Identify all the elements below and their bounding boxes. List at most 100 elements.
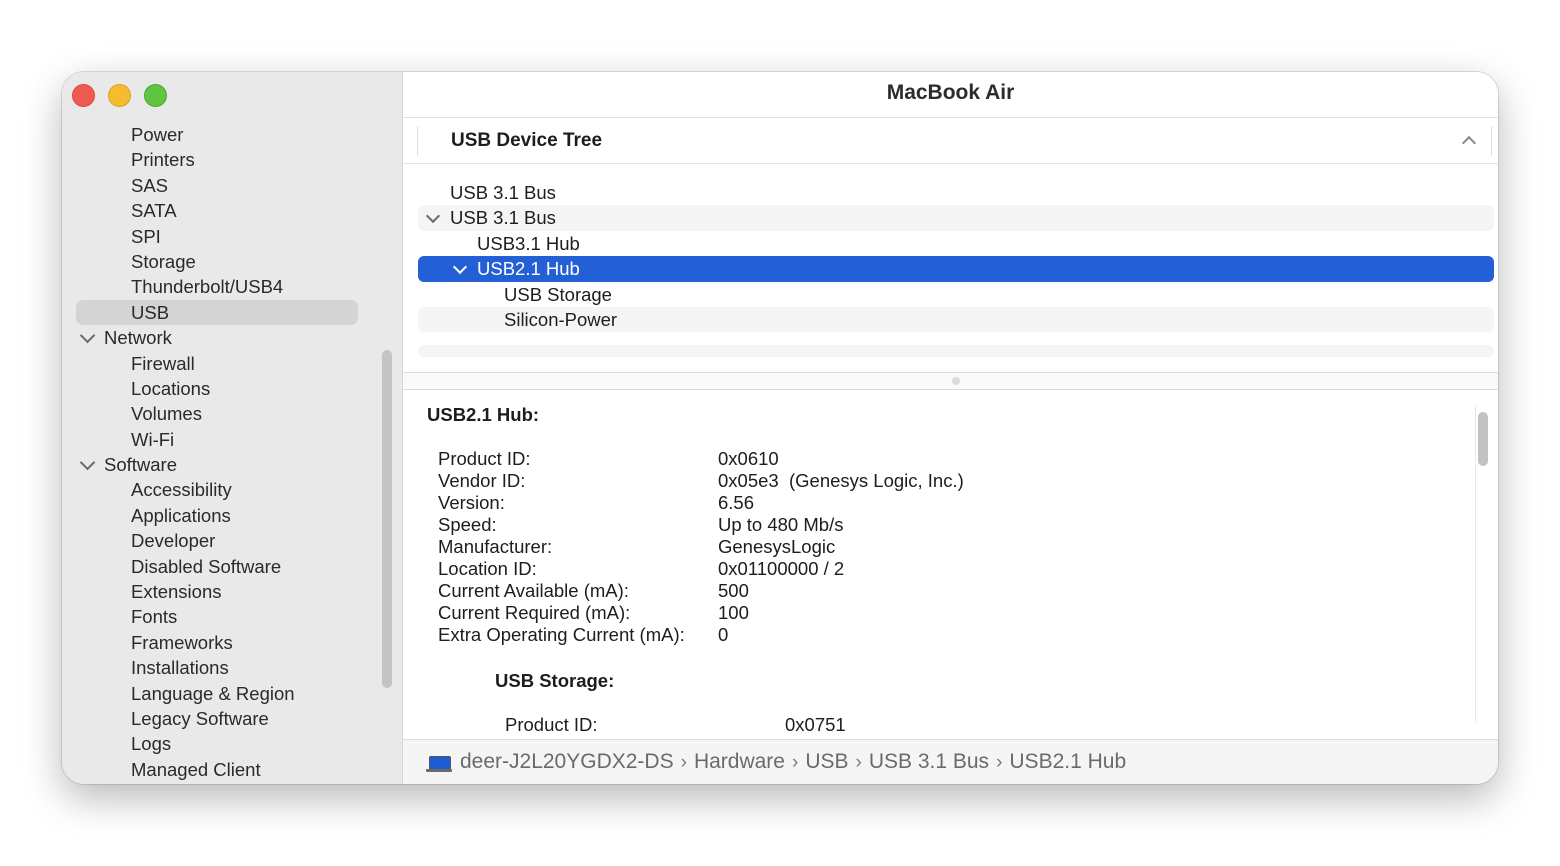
property-row: Manufacturer: GenesysLogic bbox=[438, 536, 964, 558]
property-value: 0x05e3 (Genesys Logic, Inc.) bbox=[718, 470, 964, 491]
zoom-button[interactable] bbox=[144, 84, 167, 107]
sidebar-item-power[interactable]: Power bbox=[62, 122, 382, 147]
sidebar-item-label: Fonts bbox=[131, 606, 178, 628]
minimize-button[interactable] bbox=[108, 84, 131, 107]
property-key: Product ID: bbox=[505, 714, 598, 735]
sidebar-item-label: Logs bbox=[131, 733, 172, 755]
sidebar-item-applications[interactable]: Applications bbox=[62, 503, 382, 528]
divider bbox=[1491, 126, 1492, 156]
splitter-handle[interactable] bbox=[952, 377, 960, 385]
property-value: 0x01100000 / 2 bbox=[718, 558, 845, 579]
property-row: Product ID: 0x0610 bbox=[438, 448, 964, 470]
property-value: 0 bbox=[718, 624, 729, 645]
sidebar-item-software[interactable]: Software bbox=[62, 452, 382, 477]
sub-property-list: Product ID: 0x0751 bbox=[505, 714, 846, 736]
property-value: 6.56 bbox=[718, 492, 755, 513]
detail-scrollbar[interactable] bbox=[1475, 406, 1488, 722]
sidebar-item-storage[interactable]: Storage bbox=[62, 249, 382, 274]
property-key: Current Required (mA): bbox=[438, 602, 631, 623]
tree-row[interactable]: USB3.1 Hub bbox=[418, 231, 1494, 256]
sidebar-item-logs[interactable]: Logs bbox=[62, 731, 382, 756]
sidebar-item-disabled-software[interactable]: Disabled Software bbox=[62, 554, 382, 579]
sidebar-item-wi-fi[interactable]: Wi-Fi bbox=[62, 427, 382, 452]
sidebar-item-managed-client[interactable]: Managed Client bbox=[62, 757, 382, 782]
sidebar-item-label: Disabled Software bbox=[131, 555, 282, 577]
chevron-down-icon[interactable] bbox=[452, 260, 468, 275]
sidebar-item-label: Applications bbox=[131, 504, 231, 526]
sidebar-item-sas[interactable]: SAS bbox=[62, 173, 382, 198]
sidebar-item-language-region[interactable]: Language & Region bbox=[62, 681, 382, 706]
sidebar-item-printers[interactable]: Printers bbox=[62, 147, 382, 172]
property-row: Product ID: 0x0751 bbox=[505, 714, 846, 736]
sidebar-item-frameworks[interactable]: Frameworks bbox=[62, 630, 382, 655]
sidebar-item-extensions[interactable]: Extensions bbox=[62, 579, 382, 604]
sidebar-item-label: Legacy Software bbox=[131, 707, 269, 729]
chevron-down-icon[interactable] bbox=[79, 454, 96, 471]
tree-row[interactable]: USB 3.1 Bus bbox=[418, 205, 1494, 231]
sidebar-item-firewall[interactable]: Firewall bbox=[62, 351, 382, 376]
tree-header: USB Device Tree bbox=[403, 118, 1498, 164]
sidebar-item-label: Printers bbox=[131, 149, 195, 171]
sidebar-scrollbar[interactable] bbox=[382, 350, 392, 688]
sidebar-item-installations[interactable]: Installations bbox=[62, 655, 382, 680]
tree-row[interactable]: USB Storage bbox=[418, 282, 1494, 307]
property-list: Product ID: 0x0610 Vendor ID: 0x05e3 (Genes… bbox=[438, 448, 964, 646]
tree-row-empty bbox=[418, 345, 1494, 358]
breadcrumb-item[interactable]: USB bbox=[805, 750, 848, 773]
property-key: Location ID: bbox=[438, 558, 537, 579]
sidebar-item-label: SPI bbox=[131, 225, 161, 247]
tree-row-label: USB Storage bbox=[504, 283, 612, 305]
sidebar-item-label: Language & Region bbox=[131, 682, 295, 704]
chevron-down-icon[interactable] bbox=[425, 209, 441, 224]
breadcrumb-item[interactable]: USB2.1 Hub bbox=[1009, 750, 1126, 773]
sidebar-item-label: Developer bbox=[131, 530, 216, 552]
property-key: Current Available (mA): bbox=[438, 580, 629, 601]
tree-row[interactable]: USB 3.1 Bus bbox=[418, 180, 1494, 205]
usb-device-tree: USB 3.1 Bus USB 3.1 Bus USB3.1 Hub USB2.1 H… bbox=[418, 180, 1494, 358]
chevron-down-icon[interactable] bbox=[79, 327, 96, 344]
property-key: Manufacturer: bbox=[438, 536, 553, 557]
breadcrumb-item[interactable]: USB 3.1 Bus bbox=[869, 750, 989, 773]
sidebar-item-developer[interactable]: Developer bbox=[62, 528, 382, 553]
sidebar-item-label: Accessibility bbox=[131, 479, 232, 501]
tree-row-label: USB 3.1 Bus bbox=[450, 182, 556, 203]
tree-row-label: Silicon-Power bbox=[504, 308, 618, 330]
close-button[interactable] bbox=[72, 84, 95, 107]
property-value: 0x0751 bbox=[785, 714, 846, 735]
sidebar-item-network[interactable]: Network bbox=[62, 325, 382, 350]
sidebar-item-locations[interactable]: Locations bbox=[62, 376, 382, 401]
property-row: Current Available (mA): 500 bbox=[438, 580, 964, 602]
sidebar-item-spi[interactable]: SPI bbox=[62, 224, 382, 249]
breadcrumb-item[interactable]: Hardware bbox=[694, 750, 785, 773]
sidebar-item-label: SAS bbox=[131, 174, 169, 196]
sidebar-item-label: Volumes bbox=[131, 403, 202, 425]
sidebar-item-legacy-software[interactable]: Legacy Software bbox=[62, 706, 382, 731]
tree-row[interactable]: Silicon-Power bbox=[418, 306, 1494, 333]
sidebar-item-usb[interactable]: USB bbox=[62, 299, 382, 326]
sidebar-item-label: Extensions bbox=[131, 581, 222, 603]
scrollbar-thumb[interactable] bbox=[1478, 412, 1488, 466]
detail-subheading: USB Storage: bbox=[495, 670, 615, 691]
sidebar-item-thunderbolt-usb4[interactable]: Thunderbolt/USB4 bbox=[62, 274, 382, 299]
chevron-up-icon[interactable] bbox=[1461, 135, 1477, 151]
divider bbox=[417, 126, 418, 156]
property-value: 0x0610 bbox=[718, 448, 779, 469]
laptop-icon bbox=[426, 756, 452, 772]
sidebar-item-label: Frameworks bbox=[131, 631, 233, 653]
sidebar-item-accessibility[interactable]: Accessibility bbox=[62, 477, 382, 502]
property-value: Up to 480 Mb/s bbox=[718, 514, 844, 535]
property-row: Extra Operating Current (mA): 0 bbox=[438, 624, 964, 646]
pane-splitter[interactable] bbox=[403, 372, 1498, 390]
tree-row[interactable]: USB2.1 Hub bbox=[418, 256, 1494, 282]
property-key: Version: bbox=[438, 492, 505, 513]
sidebar-item-sata[interactable]: SATA bbox=[62, 198, 382, 223]
sidebar-item-volumes[interactable]: Volumes bbox=[62, 401, 382, 426]
property-row: Vendor ID: 0x05e3 (Genesys Logic, Inc.) bbox=[438, 470, 964, 492]
sidebar: Power Printers SAS SATA SPI Storage Thunderbol… bbox=[62, 72, 403, 784]
sidebar-item-label: USB bbox=[131, 301, 170, 323]
sidebar-item-fonts[interactable]: Fonts bbox=[62, 604, 382, 629]
sidebar-item-label: Thunderbolt/USB4 bbox=[131, 276, 284, 298]
tree-row-label: USB 3.1 Bus bbox=[450, 207, 556, 229]
breadcrumb-item[interactable]: deer-J2L20YGDX2-DS bbox=[460, 750, 674, 773]
sidebar-item-label: Firewall bbox=[131, 352, 195, 374]
